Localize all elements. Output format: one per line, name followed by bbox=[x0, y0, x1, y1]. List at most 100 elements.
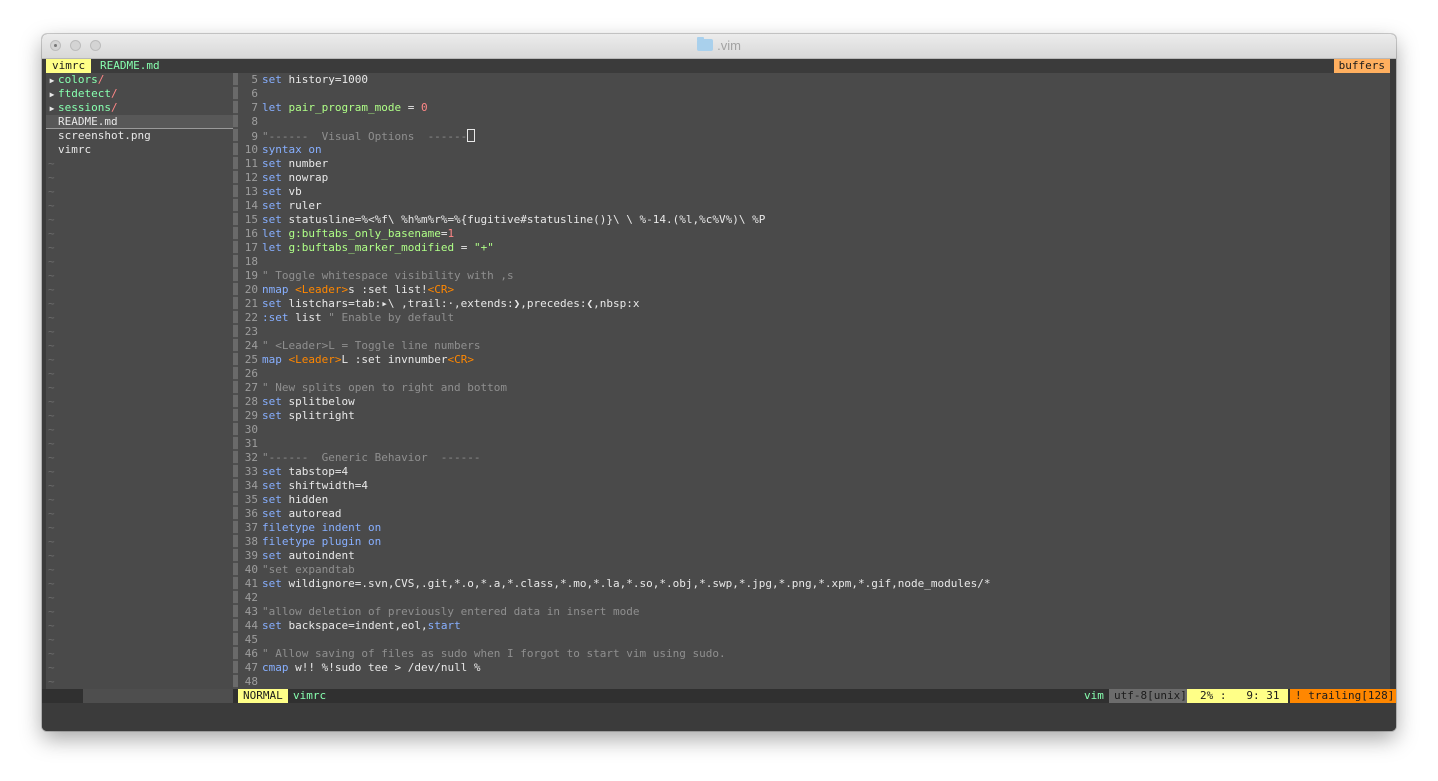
empty-line-tilde: ~ bbox=[48, 423, 55, 436]
code-token: = bbox=[401, 101, 421, 114]
code-line[interactable]: 39 set autoindent bbox=[238, 549, 1390, 563]
code-line[interactable]: 20 nmap <Leader>s :set list!<CR> bbox=[238, 283, 1390, 297]
code-token: nmap bbox=[262, 283, 289, 296]
tree-file-vimrc[interactable]: vimrc bbox=[46, 143, 233, 157]
code-token: <CR> bbox=[447, 353, 474, 366]
code-token: let bbox=[262, 241, 282, 254]
line-number: 39 bbox=[244, 549, 258, 562]
code-line[interactable]: 42 bbox=[238, 591, 1390, 605]
code-line[interactable]: 25 map <Leader>L :set invnumber<CR> bbox=[238, 353, 1390, 367]
code-line[interactable]: 29 set splitright bbox=[238, 409, 1390, 423]
line-number: 21 bbox=[244, 297, 258, 310]
code-line[interactable]: 19 " Toggle whitespace visibility with ,s bbox=[238, 269, 1390, 283]
code-line[interactable]: 44 set backspace=indent,eol,start bbox=[238, 619, 1390, 633]
code-line[interactable]: 26 bbox=[238, 367, 1390, 381]
code-line[interactable]: 32 "------ Generic Behavior ------ bbox=[238, 451, 1390, 465]
tree-file-screenshot[interactable]: screenshot.png bbox=[46, 129, 233, 143]
code-line[interactable]: 18 bbox=[238, 255, 1390, 269]
code-line[interactable]: 9 "------ Visual Options ------ bbox=[238, 129, 1390, 143]
tab-readme[interactable]: README.md bbox=[94, 59, 166, 73]
code-line[interactable]: 31 bbox=[238, 437, 1390, 451]
code-line[interactable]: 14 set ruler bbox=[238, 199, 1390, 213]
code-token: on bbox=[367, 521, 382, 534]
code-token: set bbox=[262, 73, 282, 86]
code-line[interactable]: 22:set list " Enable by default bbox=[238, 311, 1390, 325]
code-line[interactable]: 23 bbox=[238, 325, 1390, 339]
line-number: 34 bbox=[244, 479, 258, 492]
empty-line-tilde: ~ bbox=[48, 409, 55, 422]
code-line[interactable]: 28 set splitbelow bbox=[238, 395, 1390, 409]
code-line[interactable]: 27 " New splits open to right and bottom bbox=[238, 381, 1390, 395]
code-line[interactable]: 45 bbox=[238, 633, 1390, 647]
code-line[interactable]: 21 set listchars=tab:▸\ ,trail:·,extends:… bbox=[238, 297, 1390, 311]
code-line[interactable]: 38 filetype plugin on bbox=[238, 535, 1390, 549]
code-line[interactable]: 40 "set expandtab bbox=[238, 563, 1390, 577]
empty-line-tilde: ~ bbox=[48, 353, 55, 366]
line-number: 6 bbox=[251, 87, 258, 100]
code-line[interactable]: 6 bbox=[238, 87, 1390, 101]
code-line[interactable]: 34 set shiftwidth=4 bbox=[238, 479, 1390, 493]
code-token: = bbox=[454, 241, 474, 254]
terminal-area[interactable]: vimrc README.md buffers ▶ colors/ ▶ ftdete… bbox=[42, 59, 1396, 731]
empty-line-tilde: ~ bbox=[48, 325, 55, 338]
code-line[interactable]: 8 bbox=[238, 115, 1390, 129]
empty-line-tilde: ~ bbox=[48, 269, 55, 282]
line-number: 22 bbox=[244, 311, 258, 324]
code-line[interactable]: 11 set number bbox=[238, 157, 1390, 171]
code-token: "------ Generic Behavior ------ bbox=[262, 451, 481, 464]
code-line[interactable]: 10 syntax on bbox=[238, 143, 1390, 157]
line-number: 40 bbox=[244, 563, 258, 576]
line-number: 33 bbox=[244, 465, 258, 478]
title-bar: .vim bbox=[42, 34, 1396, 59]
code-line[interactable]: 43 "allow deletion of previously entered … bbox=[238, 605, 1390, 619]
code-token: " Enable by default bbox=[328, 311, 455, 324]
code-line[interactable]: 15 set statusline=%<%f\ %h%m%r%=%{fugitiv… bbox=[238, 213, 1390, 227]
code-line[interactable]: 36 set autoread bbox=[238, 507, 1390, 521]
line-number: 10 bbox=[244, 143, 258, 156]
code-token: vb bbox=[281, 185, 302, 198]
code-line[interactable]: 7 let pair_program_mode = 0 bbox=[238, 101, 1390, 115]
code-line[interactable]: 13 set vb bbox=[238, 185, 1390, 199]
code-line[interactable]: 5 set history=1000 bbox=[238, 73, 1390, 87]
tree-dir-sessions[interactable]: ▶ sessions/ bbox=[46, 101, 233, 115]
empty-line-tilde: ~ bbox=[48, 465, 55, 478]
code-token: set bbox=[262, 395, 282, 408]
code-line[interactable]: 35 set hidden bbox=[238, 493, 1390, 507]
code-token: filetype bbox=[262, 521, 315, 534]
code-token: list bbox=[288, 311, 329, 324]
status-line: NORMAL vimrc vim utf-8[unix] 2% : 9: 31 … bbox=[42, 689, 1396, 703]
mode-indicator: NORMAL bbox=[238, 689, 288, 703]
tree-dir-ftdetect[interactable]: ▶ ftdetect/ bbox=[46, 87, 233, 101]
code-token: filetype bbox=[262, 535, 315, 548]
empty-line-tilde: ~ bbox=[48, 633, 55, 646]
code-line[interactable]: 41 set wildignore=.svn,CVS,.git,*.o,*.a,*… bbox=[238, 577, 1390, 591]
code-line[interactable]: 30 bbox=[238, 423, 1390, 437]
code-token: "+" bbox=[473, 241, 494, 254]
code-token: statusline=%<%f\ %h%m%r%=%{fugitive#stat… bbox=[281, 213, 766, 226]
editor-pane[interactable]: 5 set history=1000 6 7 let pair_program_mode… bbox=[238, 73, 1390, 689]
tree-dir-colors[interactable]: ▶ colors/ bbox=[46, 73, 233, 87]
code-line[interactable]: 17 let g:buftabs_marker_modified = "+" bbox=[238, 241, 1390, 255]
code-line[interactable]: 47 cmap w!! %!sudo tee > /dev/null % bbox=[238, 661, 1390, 675]
tree-file-readme[interactable]: README.md bbox=[46, 115, 233, 129]
code-token: L :set invnumber bbox=[341, 353, 448, 366]
code-line[interactable]: 24 " <Leader>L = Toggle line numbers bbox=[238, 339, 1390, 353]
tab-vimrc[interactable]: vimrc bbox=[46, 59, 92, 73]
line-number: 46 bbox=[244, 647, 258, 660]
code-line[interactable]: 46 " Allow saving of files as sudo when I… bbox=[238, 647, 1390, 661]
line-number: 19 bbox=[244, 269, 258, 282]
code-line[interactable]: 12 set nowrap bbox=[238, 171, 1390, 185]
code-token: set bbox=[262, 507, 282, 520]
line-number: 7 bbox=[251, 101, 258, 114]
file-tree-pane[interactable]: ▶ colors/ ▶ ftdetect/ ▶ sessions/ README.md… bbox=[46, 73, 233, 689]
empty-line-tilde: ~ bbox=[48, 185, 55, 198]
code-line[interactable]: 37 filetype indent on bbox=[238, 521, 1390, 535]
command-line[interactable] bbox=[42, 703, 1396, 731]
line-number: 43 bbox=[244, 605, 258, 618]
code-line[interactable]: 33 set tabstop=4 bbox=[238, 465, 1390, 479]
code-line[interactable]: 48 bbox=[238, 675, 1390, 689]
code-line[interactable]: 16 let g:buftabs_only_basename=1 bbox=[238, 227, 1390, 241]
code-token: backspace=indent,eol, bbox=[281, 619, 428, 632]
code-token: " <Leader>L = Toggle line numbers bbox=[262, 339, 481, 352]
